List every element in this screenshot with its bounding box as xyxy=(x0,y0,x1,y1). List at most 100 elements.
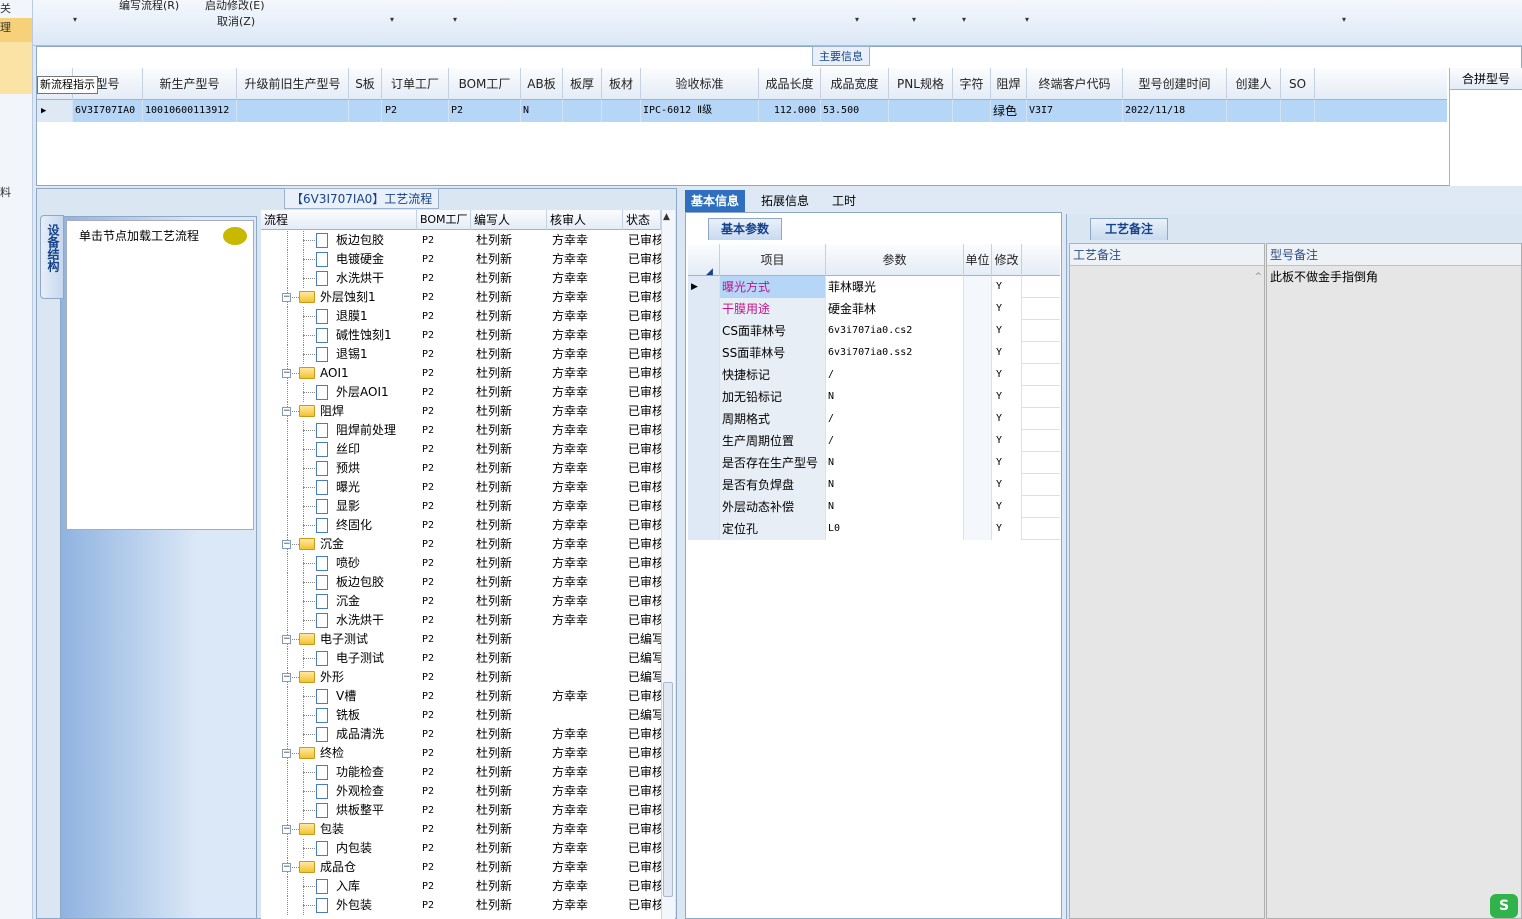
param-value[interactable]: / xyxy=(826,408,964,430)
param-item[interactable]: CS面菲林号 xyxy=(720,320,826,342)
param-modified[interactable]: Y xyxy=(992,518,1022,540)
param-row[interactable]: 加无铅标记 N Y xyxy=(688,386,1060,408)
tree-folder-row[interactable]: − 外形 P2 杜列新 已编写 xyxy=(261,668,661,687)
scroll-up-icon[interactable]: ▲ xyxy=(663,212,670,222)
column-header[interactable]: 参数 xyxy=(826,244,964,276)
column-header[interactable]: 成品宽度 xyxy=(821,68,889,100)
tree-node-row[interactable]: 退膜1 P2 杜列新 方幸幸 已审核 xyxy=(261,307,661,326)
model-notes-memo[interactable]: 型号备注 此板不做金手指倒角 xyxy=(1266,243,1522,919)
column-header[interactable]: 编写人 xyxy=(471,210,547,230)
chevron-down-icon[interactable]: ▾ xyxy=(1025,15,1029,24)
column-header[interactable]: AB板 xyxy=(521,68,563,100)
row-selector-icon[interactable]: ▶ xyxy=(688,276,720,298)
column-header[interactable]: 成品长度 xyxy=(759,68,821,100)
param-unit[interactable] xyxy=(964,408,992,430)
edit-flow-button[interactable]: 编写流程(R) xyxy=(119,0,179,13)
param-row[interactable]: 生产周期位置 / Y xyxy=(688,430,1060,452)
row-indicator[interactable] xyxy=(688,320,720,342)
param-unit[interactable] xyxy=(964,496,992,518)
column-header[interactable]: 验收标准 xyxy=(641,68,759,100)
param-unit[interactable] xyxy=(964,452,992,474)
param-value[interactable]: L0 xyxy=(826,518,964,540)
param-value[interactable]: N xyxy=(826,452,964,474)
row-indicator[interactable] xyxy=(688,342,720,364)
tree-node-row[interactable]: 终固化 P2 杜列新 方幸幸 已审核 xyxy=(261,516,661,535)
param-item[interactable]: 是否有负焊盘 xyxy=(720,474,826,496)
column-header[interactable]: 订单工厂 xyxy=(382,68,449,100)
left-nav-item[interactable]: 料 xyxy=(0,184,32,200)
column-header[interactable]: BOM工厂 xyxy=(449,68,521,100)
tab-extended-info[interactable]: 拓展信息 xyxy=(755,190,815,212)
cell-order-factory[interactable]: P2 xyxy=(382,100,449,122)
param-value[interactable]: / xyxy=(826,430,964,452)
row-indicator[interactable] xyxy=(688,430,720,452)
left-nav-item[interactable]: 关 xyxy=(0,0,32,16)
column-header[interactable]: 核审人 xyxy=(547,210,623,230)
cell-ab-board[interactable]: N xyxy=(521,100,563,122)
collapse-icon[interactable]: − xyxy=(282,825,291,834)
param-item[interactable]: SS面菲林号 xyxy=(720,342,826,364)
tree-node-row[interactable]: 阻焊前处理 P2 杜列新 方幸幸 已审核 xyxy=(261,421,661,440)
tree-folder-row[interactable]: − AOI1 P2 杜列新 方幸幸 已审核 xyxy=(261,364,661,383)
collapse-icon[interactable]: − xyxy=(282,293,291,302)
chevron-down-icon[interactable]: ▾ xyxy=(73,15,77,24)
tree-node-row[interactable]: 外层AOI1 P2 杜列新 方幸幸 已审核 xyxy=(261,383,661,402)
tree-folder-row[interactable]: − 阻焊 P2 杜列新 方幸幸 已审核 xyxy=(261,402,661,421)
param-modified[interactable]: Y xyxy=(992,474,1022,496)
tree-node-row[interactable]: 丝印 P2 杜列新 方幸幸 已审核 xyxy=(261,440,661,459)
param-unit[interactable] xyxy=(964,320,992,342)
param-value[interactable]: N xyxy=(826,386,964,408)
column-header[interactable]: 阻焊 xyxy=(991,68,1027,100)
row-indicator[interactable] xyxy=(688,408,720,430)
param-item[interactable]: 是否存在生产型号 xyxy=(720,452,826,474)
param-unit[interactable] xyxy=(964,364,992,386)
chevron-down-icon[interactable]: ▾ xyxy=(962,15,966,24)
cell-pnl[interactable] xyxy=(889,100,953,122)
tree-node-row[interactable]: 入库 P2 杜列新 方幸幸 已审核 xyxy=(261,877,661,896)
param-row[interactable]: 外层动态补偿 N Y xyxy=(688,496,1060,518)
param-modified[interactable]: Y xyxy=(992,342,1022,364)
ime-s-icon[interactable]: S xyxy=(1490,894,1518,918)
tree-node-row[interactable]: 铣板 P2 杜列新 已编写 xyxy=(261,706,661,725)
tree-node-row[interactable]: 成品清洗 P2 杜列新 方幸幸 已审核 xyxy=(261,725,661,744)
column-header[interactable]: 流程 xyxy=(261,210,417,230)
cell-created-time[interactable]: 2022/11/18 xyxy=(1123,100,1227,122)
tree-folder-row[interactable]: − 沉金 P2 杜列新 方幸幸 已审核 xyxy=(261,535,661,554)
param-item[interactable]: 定位孔 xyxy=(720,518,826,540)
param-item[interactable]: 快捷标记 xyxy=(720,364,826,386)
cell-old-model[interactable] xyxy=(237,100,349,122)
collapse-icon[interactable]: − xyxy=(282,749,291,758)
cancel-button[interactable]: 取消(Z) xyxy=(217,13,255,29)
param-row[interactable]: 是否有负焊盘 N Y xyxy=(688,474,1060,496)
row-indicator[interactable] xyxy=(688,474,720,496)
tree-folder-row[interactable]: − 终检 P2 杜列新 方幸幸 已审核 xyxy=(261,744,661,763)
column-header[interactable]: 板厚 xyxy=(563,68,602,100)
table-row[interactable]: ▶ 6V3I707IA0 10010600113912 P2 P2 N IPC-… xyxy=(37,100,1447,122)
tree-node-row[interactable]: 显影 P2 杜列新 方幸幸 已审核 xyxy=(261,497,661,516)
param-value[interactable]: 菲林曝光 xyxy=(826,276,964,298)
param-row[interactable]: 干膜用途 硬金菲林 Y xyxy=(688,298,1060,320)
row-indicator[interactable] xyxy=(688,452,720,474)
collapse-icon[interactable]: − xyxy=(282,540,291,549)
cell-solder-mask[interactable]: 绿色 xyxy=(991,100,1027,122)
tree-node-row[interactable]: 曝光 P2 杜列新 方幸幸 已审核 xyxy=(261,478,661,497)
param-row[interactable]: 快捷标记 / Y xyxy=(688,364,1060,386)
chevron-down-icon[interactable]: ▾ xyxy=(390,15,394,24)
param-row[interactable]: 是否存在生产型号 N Y xyxy=(688,452,1060,474)
param-modified[interactable]: Y xyxy=(992,386,1022,408)
chevron-down-icon[interactable]: ▾ xyxy=(855,15,859,24)
cell-bom-factory[interactable]: P2 xyxy=(449,100,521,122)
row-indicator[interactable] xyxy=(688,496,720,518)
row-indicator[interactable] xyxy=(688,364,720,386)
speech-bubble-icon[interactable] xyxy=(223,227,247,245)
param-modified[interactable]: Y xyxy=(992,276,1022,298)
column-header[interactable]: 修改 xyxy=(992,244,1022,276)
param-row[interactable]: 周期格式 / Y xyxy=(688,408,1060,430)
param-unit[interactable] xyxy=(964,276,992,298)
param-value[interactable]: 硬金菲林 xyxy=(826,298,964,320)
row-indicator[interactable] xyxy=(688,518,720,540)
row-indicator[interactable] xyxy=(688,298,720,320)
column-header[interactable]: 项目 xyxy=(720,244,826,276)
tree-node-row[interactable]: 沉金 P2 杜列新 方幸幸 已审核 xyxy=(261,592,661,611)
param-value[interactable]: 6v3i707ia0.cs2 xyxy=(826,320,964,342)
